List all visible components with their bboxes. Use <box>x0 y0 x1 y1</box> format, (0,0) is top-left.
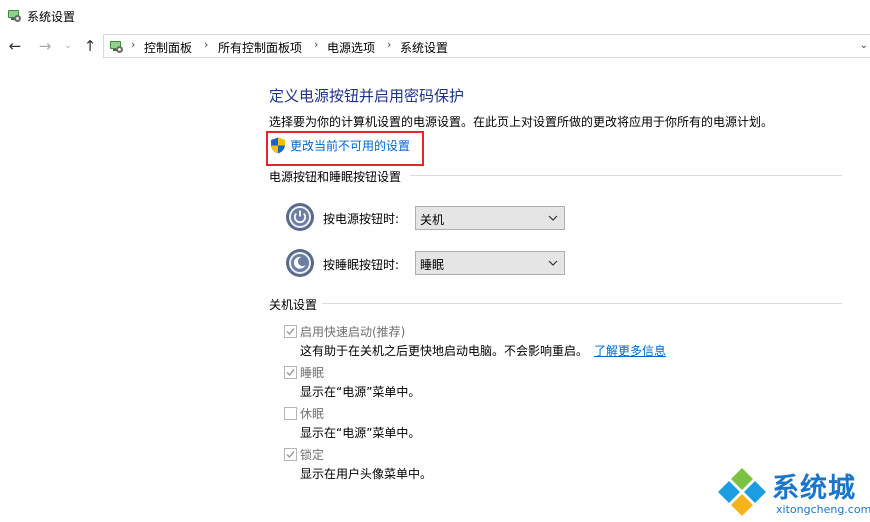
power-button-action-value: 关机 <box>420 213 445 227</box>
power-button-label: 按电源按钮时: <box>323 212 400 226</box>
watermark-url: xitongcheng.com <box>776 503 870 516</box>
up-arrow-icon[interactable]: ↑ <box>81 36 99 56</box>
address-bar[interactable]: › 控制面板 › 所有控制面板项 › 电源选项 › 系统设置 ⌄ <box>103 34 870 58</box>
breadcrumb-all-items[interactable]: 所有控制面板项 <box>218 39 302 56</box>
fast-startup-label: 启用快速启动(推荐) <box>300 325 406 339</box>
breadcrumb-separator-icon[interactable]: › <box>314 38 318 51</box>
hibernate-option-label: 休眠 <box>300 407 325 421</box>
power-section-header: 电源按钮和睡眠按钮设置 <box>269 170 402 184</box>
page-title: 定义电源按钮并启用密码保护 <box>269 87 465 105</box>
hibernate-option-description: 显示在“电源”菜单中。 <box>300 426 421 440</box>
fast-startup-checkbox[interactable] <box>284 325 297 338</box>
window-title: 系统设置 <box>27 10 76 24</box>
control-panel-icon <box>110 41 123 53</box>
lock-checkbox[interactable] <box>284 448 297 461</box>
sleep-checkbox[interactable] <box>284 366 297 379</box>
chevron-down-icon <box>548 260 558 266</box>
breadcrumb-separator-icon[interactable]: › <box>204 38 208 51</box>
lock-option-description: 显示在用户头像菜单中。 <box>300 467 433 481</box>
sleep-button-label: 按睡眠按钮时: <box>323 258 400 272</box>
hibernate-checkbox[interactable] <box>284 407 297 420</box>
address-dropdown-icon[interactable]: ⌄ <box>860 40 868 51</box>
title-bar: 系统设置 <box>0 0 870 32</box>
lock-option-label: 锁定 <box>300 448 325 462</box>
uac-shield-icon <box>271 137 285 154</box>
back-arrow-icon[interactable]: ← <box>6 36 24 56</box>
checkmark-icon <box>286 328 295 336</box>
chevron-down-icon <box>548 215 558 221</box>
sleep-option-description: 显示在“电源”菜单中。 <box>300 385 421 399</box>
section-divider <box>322 303 842 304</box>
sleep-button-action-select[interactable]: 睡眠 <box>415 251 565 275</box>
breadcrumb-separator-icon[interactable]: › <box>387 38 391 51</box>
learn-more-link[interactable]: 了解更多信息 <box>594 344 666 358</box>
breadcrumb-system-settings[interactable]: 系统设置 <box>400 39 448 56</box>
shutdown-section-header: 关机设置 <box>269 298 318 312</box>
page-description: 选择要为你的计算机设置的电源设置。在此页上对设置所做的更改将应用于你所有的电源计… <box>269 115 774 129</box>
watermark-logo-icon <box>718 468 766 516</box>
sleep-option-label: 睡眠 <box>300 366 325 380</box>
system-settings-icon <box>8 10 21 22</box>
fast-startup-description: 这有助于在关机之后更快地启动电脑。不会影响重启。 了解更多信息 <box>300 342 666 359</box>
fast-startup-description-text: 这有助于在关机之后更快地启动电脑。不会影响重启。 <box>300 344 589 358</box>
forward-arrow-icon[interactable]: → <box>36 36 54 56</box>
breadcrumb-separator-icon[interactable]: › <box>131 38 135 51</box>
sleep-button-icon <box>286 249 314 277</box>
sleep-button-action-value: 睡眠 <box>420 258 445 272</box>
watermark-name: 系统城 <box>772 473 856 504</box>
section-divider <box>410 175 842 176</box>
power-button-action-select[interactable]: 关机 <box>415 206 565 230</box>
recent-locations-icon[interactable]: ⌄ <box>61 36 75 56</box>
main-content: 定义电源按钮并启用密码保护 选择要为你的计算机设置的电源设置。在此页上对设置所做… <box>0 60 870 522</box>
checkmark-icon <box>286 451 295 459</box>
breadcrumb-control-panel[interactable]: 控制面板 <box>144 39 192 56</box>
change-unavailable-settings-link[interactable]: 更改当前不可用的设置 <box>290 137 410 154</box>
power-button-icon <box>286 203 314 231</box>
checkmark-icon <box>286 369 295 377</box>
breadcrumb-power-options[interactable]: 电源选项 <box>327 39 375 56</box>
